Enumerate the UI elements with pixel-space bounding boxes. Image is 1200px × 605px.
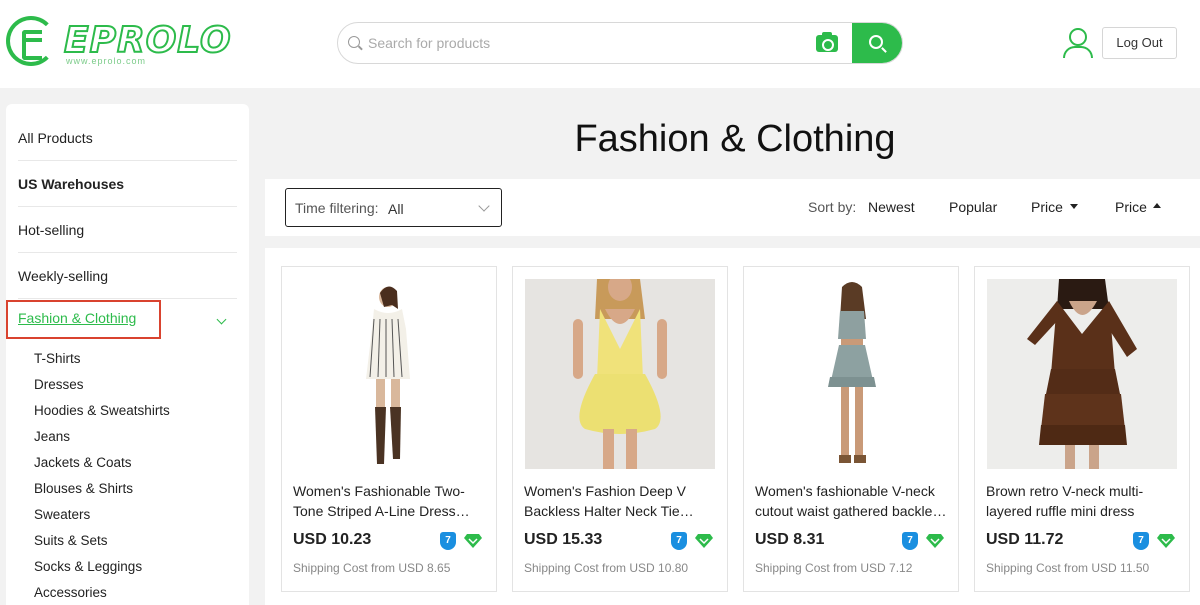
logo-url: www.eprolo.com [66, 56, 147, 66]
sort-newest[interactable]: Newest [868, 199, 915, 215]
subcategory-item[interactable]: Jeans [34, 429, 70, 444]
filter-bar: Time filtering: All Sort by: Newest Popu… [265, 179, 1200, 236]
category-sidebar: All Products US Warehouses Hot-selling W… [6, 104, 249, 605]
camera-icon[interactable] [816, 32, 838, 52]
caret-up-icon [1153, 203, 1161, 208]
sort-price-desc[interactable]: Price [1031, 199, 1063, 215]
seven-day-badge-icon: 7 [1133, 532, 1149, 550]
sort-popular[interactable]: Popular [949, 199, 997, 215]
sidebar-item-hot-selling[interactable]: Hot-selling [18, 207, 237, 253]
subcategory-item[interactable]: Suits & Sets [34, 533, 108, 548]
sort-price-asc[interactable]: Price [1115, 199, 1147, 215]
product-name[interactable]: Brown retro V-neck multi-layered ruffle … [986, 481, 1178, 521]
seven-day-badge-icon: 7 [671, 532, 687, 550]
seven-day-badge-icon: 7 [902, 532, 918, 550]
sidebar-item-us-warehouses[interactable]: US Warehouses [18, 161, 237, 207]
shipping-cost: Shipping Cost from USD 8.65 [293, 561, 451, 575]
product-grid: Women's Fashionable Two-Tone Striped A-L… [265, 248, 1200, 605]
shipping-cost: Shipping Cost from USD 11.50 [986, 561, 1150, 575]
product-price: USD 8.31 [755, 531, 825, 548]
subcategory-item[interactable]: Jackets & Coats [34, 455, 132, 470]
search-icon [869, 35, 883, 49]
product-price: USD 15.33 [524, 531, 603, 548]
search-icon [348, 36, 360, 48]
chevron-down-icon[interactable] [216, 314, 227, 325]
diamond-icon [695, 534, 713, 548]
product-image[interactable] [294, 279, 484, 469]
product-card[interactable]: Brown retro V-neck multi-layered ruffle … [974, 266, 1190, 592]
header: EPROLO www.eprolo.com Log Out [0, 0, 1200, 88]
product-image[interactable] [756, 279, 946, 469]
subcategory-item[interactable]: Accessories [34, 585, 107, 600]
diamond-icon [926, 534, 944, 548]
subcategory-item[interactable]: Sweaters [34, 507, 90, 522]
search-input[interactable] [368, 23, 838, 63]
product-name[interactable]: Women's Fashionable Two-Tone Striped A-L… [293, 481, 485, 521]
product-price: USD 10.23 [293, 531, 372, 548]
page-title: Fashion & Clothing [574, 118, 896, 160]
chevron-down-icon [478, 200, 490, 212]
time-filter-select[interactable]: Time filtering: All [285, 188, 502, 227]
product-card[interactable]: Women's fashionable V-neck cutout waist … [743, 266, 959, 592]
product-image[interactable] [987, 279, 1177, 469]
eprolo-logo[interactable]: EPROLO www.eprolo.com [6, 16, 232, 70]
subcategory-item[interactable]: Blouses & Shirts [34, 481, 133, 496]
seven-day-badge-icon: 7 [440, 532, 456, 550]
subcategory-item[interactable]: T-Shirts [34, 351, 81, 366]
product-card[interactable]: Women's Fashion Deep V Backless Halter N… [512, 266, 728, 592]
product-name[interactable]: Women's Fashion Deep V Backless Halter N… [524, 481, 716, 521]
product-name[interactable]: Women's fashionable V-neck cutout waist … [755, 481, 947, 521]
product-image[interactable] [525, 279, 715, 469]
logout-button[interactable]: Log Out [1102, 27, 1177, 59]
subcategory-item[interactable]: Socks & Leggings [34, 559, 142, 574]
user-icon[interactable] [1062, 28, 1093, 58]
sidebar-item-all-products[interactable]: All Products [18, 115, 237, 161]
sidebar-item-fashion-clothing[interactable]: Fashion & Clothing [18, 310, 136, 326]
shipping-cost: Shipping Cost from USD 7.12 [755, 561, 913, 575]
time-filter-label: Time filtering: [295, 200, 379, 216]
subcategory-item[interactable]: Dresses [34, 377, 84, 392]
shipping-cost: Shipping Cost from USD 10.80 [524, 561, 689, 575]
caret-down-icon [1070, 204, 1078, 209]
logo-text: EPROLO [63, 19, 232, 62]
sort-label: Sort by: [808, 199, 857, 215]
search-bar [337, 22, 903, 64]
time-filter-value: All [388, 201, 404, 217]
product-price: USD 11.72 [986, 531, 1064, 548]
diamond-icon [1157, 534, 1175, 548]
sidebar-item-weekly-selling[interactable]: Weekly-selling [18, 253, 237, 299]
diamond-icon [464, 534, 482, 548]
product-card[interactable]: Women's Fashionable Two-Tone Striped A-L… [281, 266, 497, 592]
subcategory-item[interactable]: Hoodies & Sweatshirts [34, 403, 170, 418]
logo-mark-icon [6, 16, 56, 66]
search-button[interactable] [852, 23, 902, 63]
